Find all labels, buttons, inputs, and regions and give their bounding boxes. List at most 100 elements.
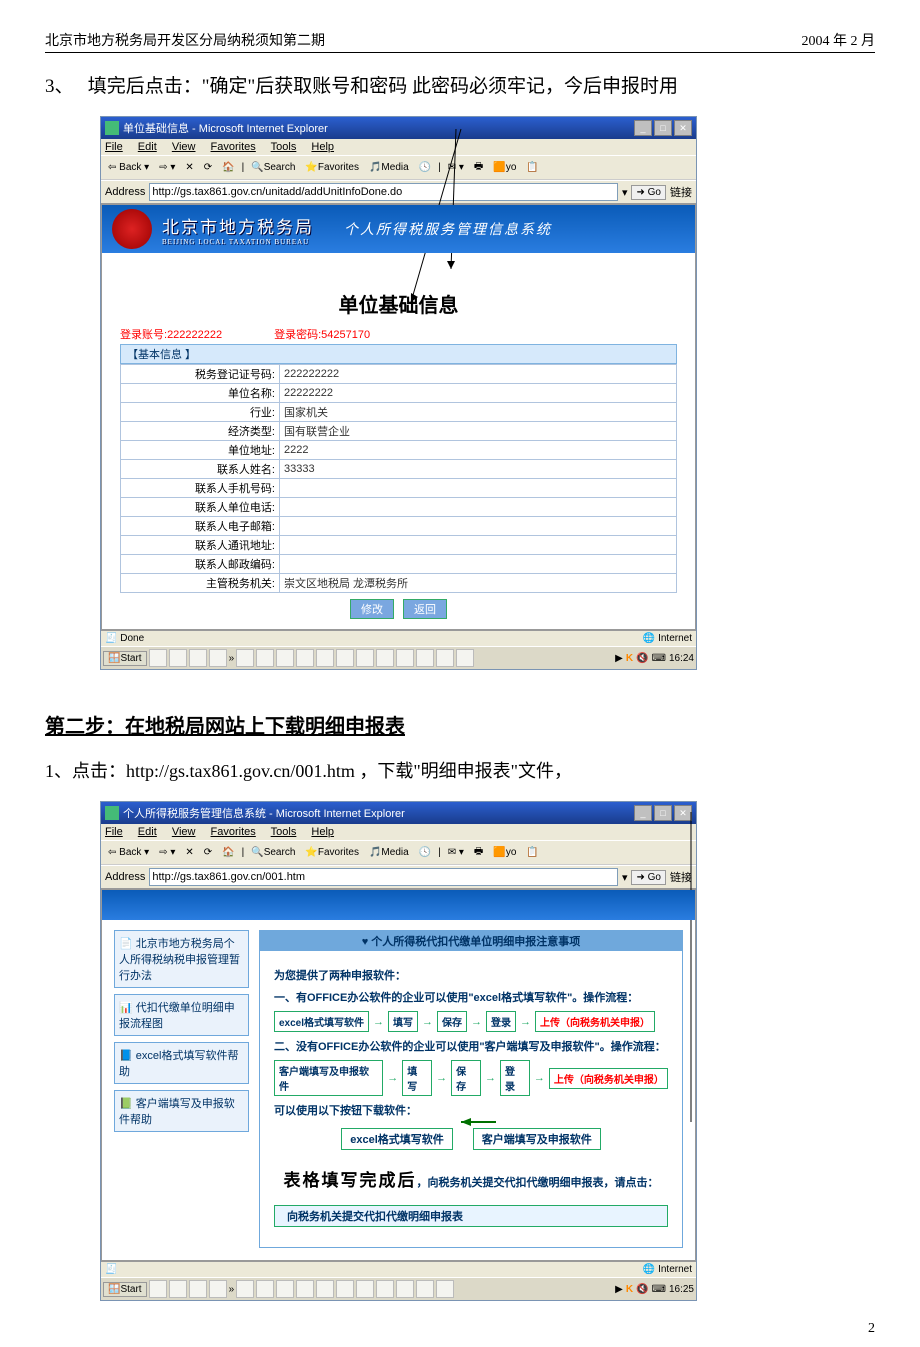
- taskbar-app[interactable]: [276, 649, 294, 667]
- modify-button[interactable]: 修改: [350, 599, 394, 619]
- taskbar-icon[interactable]: [209, 649, 227, 667]
- url-dropdown[interactable]: ▾: [622, 871, 628, 884]
- header-left: 北京市地方税务局开发区分局纳税须知第二期: [45, 30, 325, 50]
- links-label[interactable]: 链接: [670, 184, 692, 200]
- home-button[interactable]: 🏠: [219, 846, 237, 859]
- close-button[interactable]: ✕: [674, 805, 692, 821]
- menu-view[interactable]: View: [172, 141, 196, 153]
- menu-view[interactable]: View: [172, 826, 196, 838]
- taskbar-app[interactable]: [236, 1280, 254, 1298]
- print-button[interactable]: 🖶: [471, 158, 486, 177]
- url-input[interactable]: [149, 183, 618, 201]
- submit-report-button[interactable]: 向税务机关提交代扣代缴明细申报表: [274, 1205, 668, 1227]
- table-row: 税务登记证号码:222222222: [121, 365, 677, 384]
- home-button[interactable]: 🏠: [219, 161, 237, 174]
- taskbar-app[interactable]: [256, 1280, 274, 1298]
- taskbar-app[interactable]: [316, 1280, 334, 1298]
- forward-button[interactable]: ⇨ ▾: [156, 846, 178, 859]
- instruction-3: 3、 填完后点击："确定"后获取账号和密码 此密码必须牢记，今后申报时用: [45, 71, 875, 98]
- search-button[interactable]: 🔍Search: [248, 846, 298, 859]
- stop-button[interactable]: ✕: [182, 846, 196, 859]
- search-button[interactable]: 🔍Search: [248, 161, 298, 174]
- go-button[interactable]: ➜ Go: [631, 185, 666, 200]
- start-button[interactable]: 🪟Start: [103, 651, 147, 666]
- taskbar-app[interactable]: [416, 649, 434, 667]
- taskbar-app[interactable]: [256, 649, 274, 667]
- minimize-button[interactable]: _: [634, 805, 652, 821]
- media-button[interactable]: 🎵Media: [366, 161, 412, 174]
- menu-favorites[interactable]: Favorites: [211, 141, 256, 153]
- taskbar-app[interactable]: [376, 1280, 394, 1298]
- field-value: [280, 479, 677, 498]
- nav-card[interactable]: 📗 客户端填写及申报软件帮助: [114, 1090, 249, 1132]
- back-button[interactable]: ⇦ Back ▾: [105, 161, 152, 174]
- maximize-button[interactable]: □: [654, 120, 672, 136]
- print-button[interactable]: 🖶: [471, 843, 486, 862]
- taskbar-app[interactable]: [436, 649, 454, 667]
- close-button[interactable]: ✕: [674, 120, 692, 136]
- links-label[interactable]: 链接: [670, 869, 692, 885]
- start-button[interactable]: 🪟Start: [103, 1282, 147, 1297]
- refresh-button[interactable]: ⟳: [201, 846, 215, 859]
- minimize-button[interactable]: _: [634, 120, 652, 136]
- taskbar-app[interactable]: [356, 1280, 374, 1298]
- menu-file[interactable]: File: [105, 141, 123, 153]
- toolbar: ⇦ Back ▾ ⇨ ▾ ✕ ⟳ 🏠| 🔍Search ⭐Favorites 🎵…: [101, 840, 696, 865]
- history-button[interactable]: 🕓: [416, 846, 434, 859]
- taskbar-icon[interactable]: [149, 649, 167, 667]
- taskbar-app[interactable]: [416, 1280, 434, 1298]
- menu-bar: File Edit View Favorites Tools Help: [101, 824, 696, 840]
- taskbar-app[interactable]: [236, 649, 254, 667]
- menu-tools[interactable]: Tools: [271, 826, 297, 838]
- url-dropdown[interactable]: ▾: [622, 186, 628, 199]
- taskbar-app[interactable]: [336, 649, 354, 667]
- back-button-page[interactable]: 返回: [403, 599, 447, 619]
- field-value: [280, 498, 677, 517]
- download-excel-button[interactable]: excel格式填写软件: [341, 1128, 453, 1150]
- taskbar-icon[interactable]: [169, 1280, 187, 1298]
- mail-button[interactable]: ✉ ▾: [445, 161, 467, 174]
- forward-button[interactable]: ⇨ ▾: [156, 161, 178, 174]
- taskbar-icon[interactable]: [189, 649, 207, 667]
- menu-file[interactable]: File: [105, 826, 123, 838]
- taskbar-app[interactable]: [276, 1280, 294, 1298]
- history-button[interactable]: 🕓: [416, 161, 434, 174]
- taskbar-app[interactable]: [376, 649, 394, 667]
- taskbar-app[interactable]: [456, 649, 474, 667]
- taskbar-app[interactable]: [436, 1280, 454, 1298]
- menu-tools[interactable]: Tools: [271, 141, 297, 153]
- taskbar-icon[interactable]: [149, 1280, 167, 1298]
- media-button[interactable]: 🎵Media: [366, 846, 412, 859]
- mail-button[interactable]: ✉ ▾: [445, 846, 467, 859]
- taskbar-app[interactable]: [396, 649, 414, 667]
- taskbar-icon[interactable]: [209, 1280, 227, 1298]
- nav-card[interactable]: 📊 代扣代缴单位明细申报流程图: [114, 994, 249, 1036]
- clock: 16:24: [669, 653, 694, 664]
- menu-help[interactable]: Help: [311, 826, 334, 838]
- taskbar-icon[interactable]: [189, 1280, 207, 1298]
- taskbar-app[interactable]: [356, 649, 374, 667]
- menu-edit[interactable]: Edit: [138, 141, 157, 153]
- taskbar-app[interactable]: [296, 649, 314, 667]
- menu-edit[interactable]: Edit: [138, 826, 157, 838]
- taskbar-app[interactable]: [396, 1280, 414, 1298]
- refresh-button[interactable]: ⟳: [201, 161, 215, 174]
- menu-favorites[interactable]: Favorites: [211, 826, 256, 838]
- favorites-button[interactable]: ⭐Favorites: [302, 846, 362, 859]
- back-button[interactable]: ⇦ Back ▾: [105, 846, 152, 859]
- toolbar: ⇦ Back ▾ ⇨ ▾ ✕ ⟳ 🏠| 🔍Search ⭐Favorites 🎵…: [101, 155, 696, 180]
- taskbar-app[interactable]: [336, 1280, 354, 1298]
- stop-button[interactable]: ✕: [182, 161, 196, 174]
- menu-help[interactable]: Help: [311, 141, 334, 153]
- nav-card[interactable]: 📄 北京市地方税务局个人所得税纳税申报管理暂行办法: [114, 930, 249, 988]
- taskbar-icon[interactable]: [169, 649, 187, 667]
- taskbar-app[interactable]: [296, 1280, 314, 1298]
- nav-card[interactable]: 📘 excel格式填写软件帮助: [114, 1042, 249, 1084]
- go-button[interactable]: ➜ Go: [631, 870, 666, 885]
- taskbar-app[interactable]: [316, 649, 334, 667]
- maximize-button[interactable]: □: [654, 805, 672, 821]
- url-input[interactable]: [149, 868, 618, 886]
- field-label: 联系人单位电话:: [121, 498, 280, 517]
- favorites-button[interactable]: ⭐Favorites: [302, 161, 362, 174]
- download-client-button[interactable]: 客户端填写及申报软件: [473, 1128, 601, 1150]
